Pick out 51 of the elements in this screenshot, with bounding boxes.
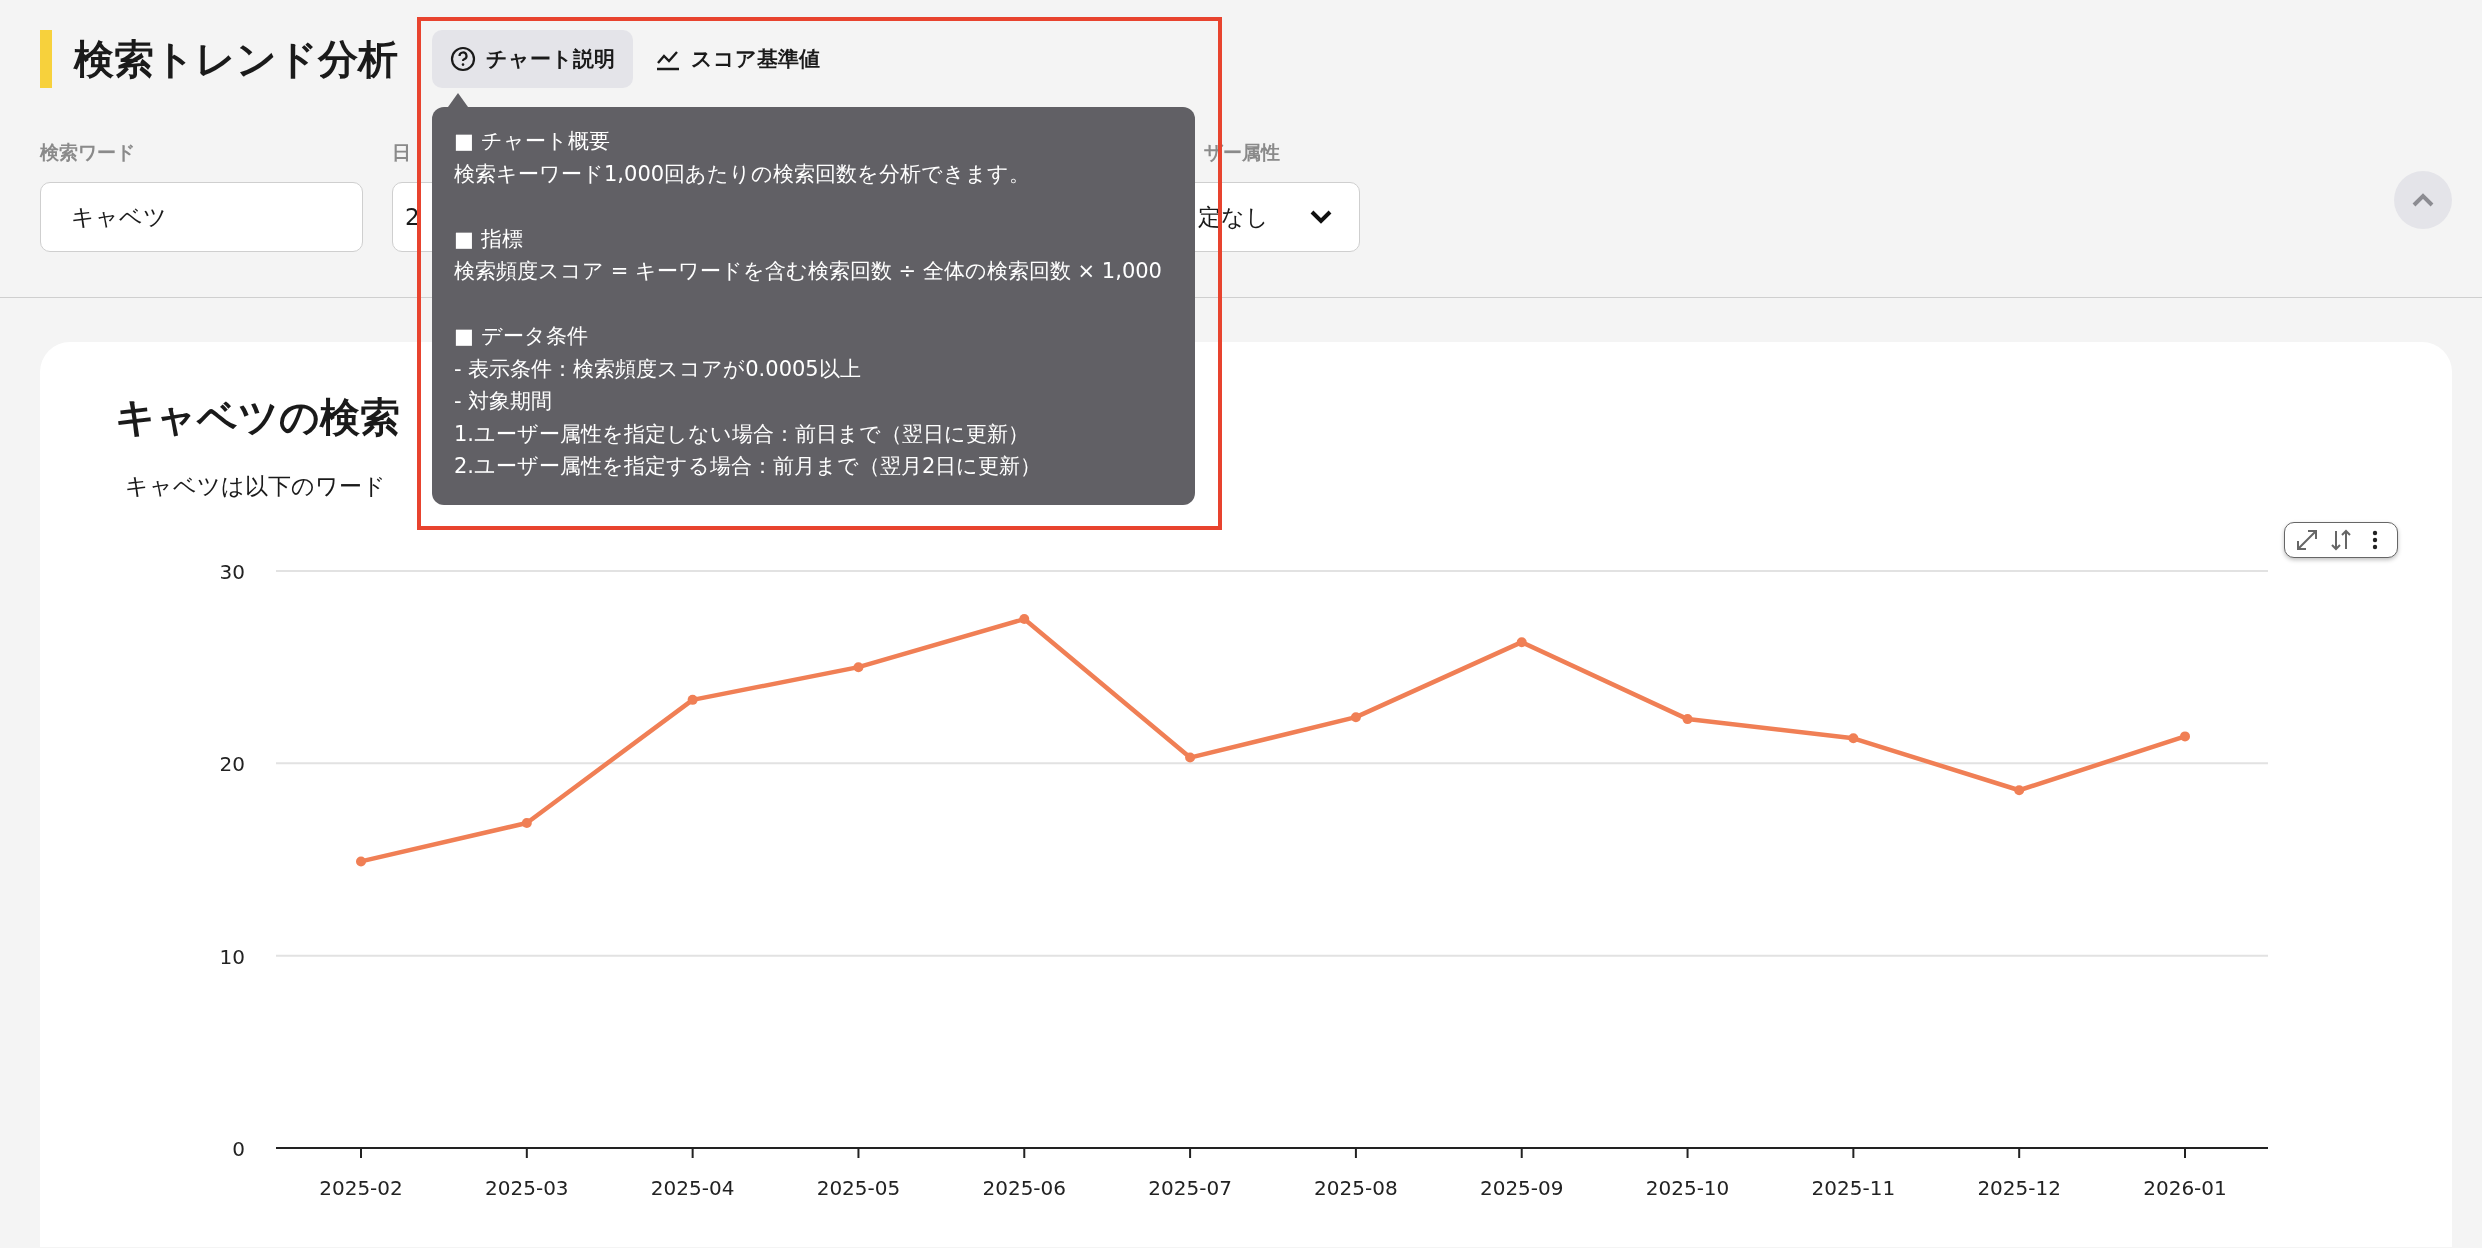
data-point [2014,785,2025,796]
data-point [2180,731,2190,742]
x-tick-label: 2025-12 [1977,1176,2061,1200]
data-point [1019,614,1030,625]
tooltip-heading: ■ チャート概要 [454,128,610,155]
y-tick-label: 0 [232,1137,245,1161]
x-tick-label: 2025-06 [982,1176,1067,1200]
data-point [1350,712,1361,723]
x-tick-label: 2025-04 [650,1176,735,1200]
data-point [521,817,532,828]
data-point [1848,733,1859,744]
chart-title: キャベツの検索 [115,393,400,442]
x-tick-label: 2026-01 [2143,1176,2227,1200]
field-label: 日 [392,140,411,164]
y-tick-label: 20 [219,752,245,777]
x-tick-label: 2025-10 [1645,1176,1730,1200]
input-field[interactable]: キャベツ [40,182,363,252]
page-title: 検索トレンド分析 [74,34,398,84]
y-tick-label: 10 [219,944,245,969]
data-point [853,662,864,673]
x-tick-label: 2025-09 [1479,1176,1564,1200]
tooltip-text: 検索キーワード1,000回あたりの検索回数を分析できます。 [454,160,1031,188]
sort-icon[interactable] [2329,528,2353,552]
tooltip-text: - 表示条件：検索頻度スコアが0.0005以上 [454,355,861,383]
x-tick-label: 2025-11 [1811,1176,1896,1200]
x-tick-label: 2025-07 [1148,1176,1232,1200]
tooltip-text: 1.ユーザー属性を指定しない場合：前日まで（翌日に更新） [454,420,1030,448]
tooltip-heading: ■ データ条件 [454,323,588,350]
y-tick-label: 30 [219,560,245,584]
data-point [356,856,366,867]
chevron-down-icon [1309,209,1333,225]
chevron-up-icon [2411,192,2435,208]
data-point [1516,637,1527,648]
title-accent [40,30,52,88]
expand-icon[interactable] [2295,528,2319,552]
tooltip-text: 検索頻度スコア = キーワードを含む検索回数 ÷ 全体の検索回数 × 1,000 [454,258,1162,285]
tab[interactable]: チャート説明 [432,30,633,88]
data-point [687,694,698,705]
tab[interactable]: スコア基準値 [637,30,838,88]
x-tick-label: 2025-03 [485,1176,569,1200]
tooltip-heading: ■ 指標 [454,225,523,253]
chart-subtitle: キャベツは以下のワード [125,472,386,501]
x-tick-label: 2025-08 [1314,1176,1398,1200]
data-point [1185,752,1196,763]
x-tick-label: 2025-02 [319,1176,403,1200]
field-label: 検索ワード [40,140,135,164]
x-tick-label: 2025-05 [816,1176,901,1200]
tooltip-text: - 対象期間 [454,388,553,415]
data-point [1682,714,1693,725]
tooltip-text: 2.ユーザー属性を指定する場合：前月まで（翌月2日に更新） [454,453,1042,480]
help-icon [450,46,476,72]
